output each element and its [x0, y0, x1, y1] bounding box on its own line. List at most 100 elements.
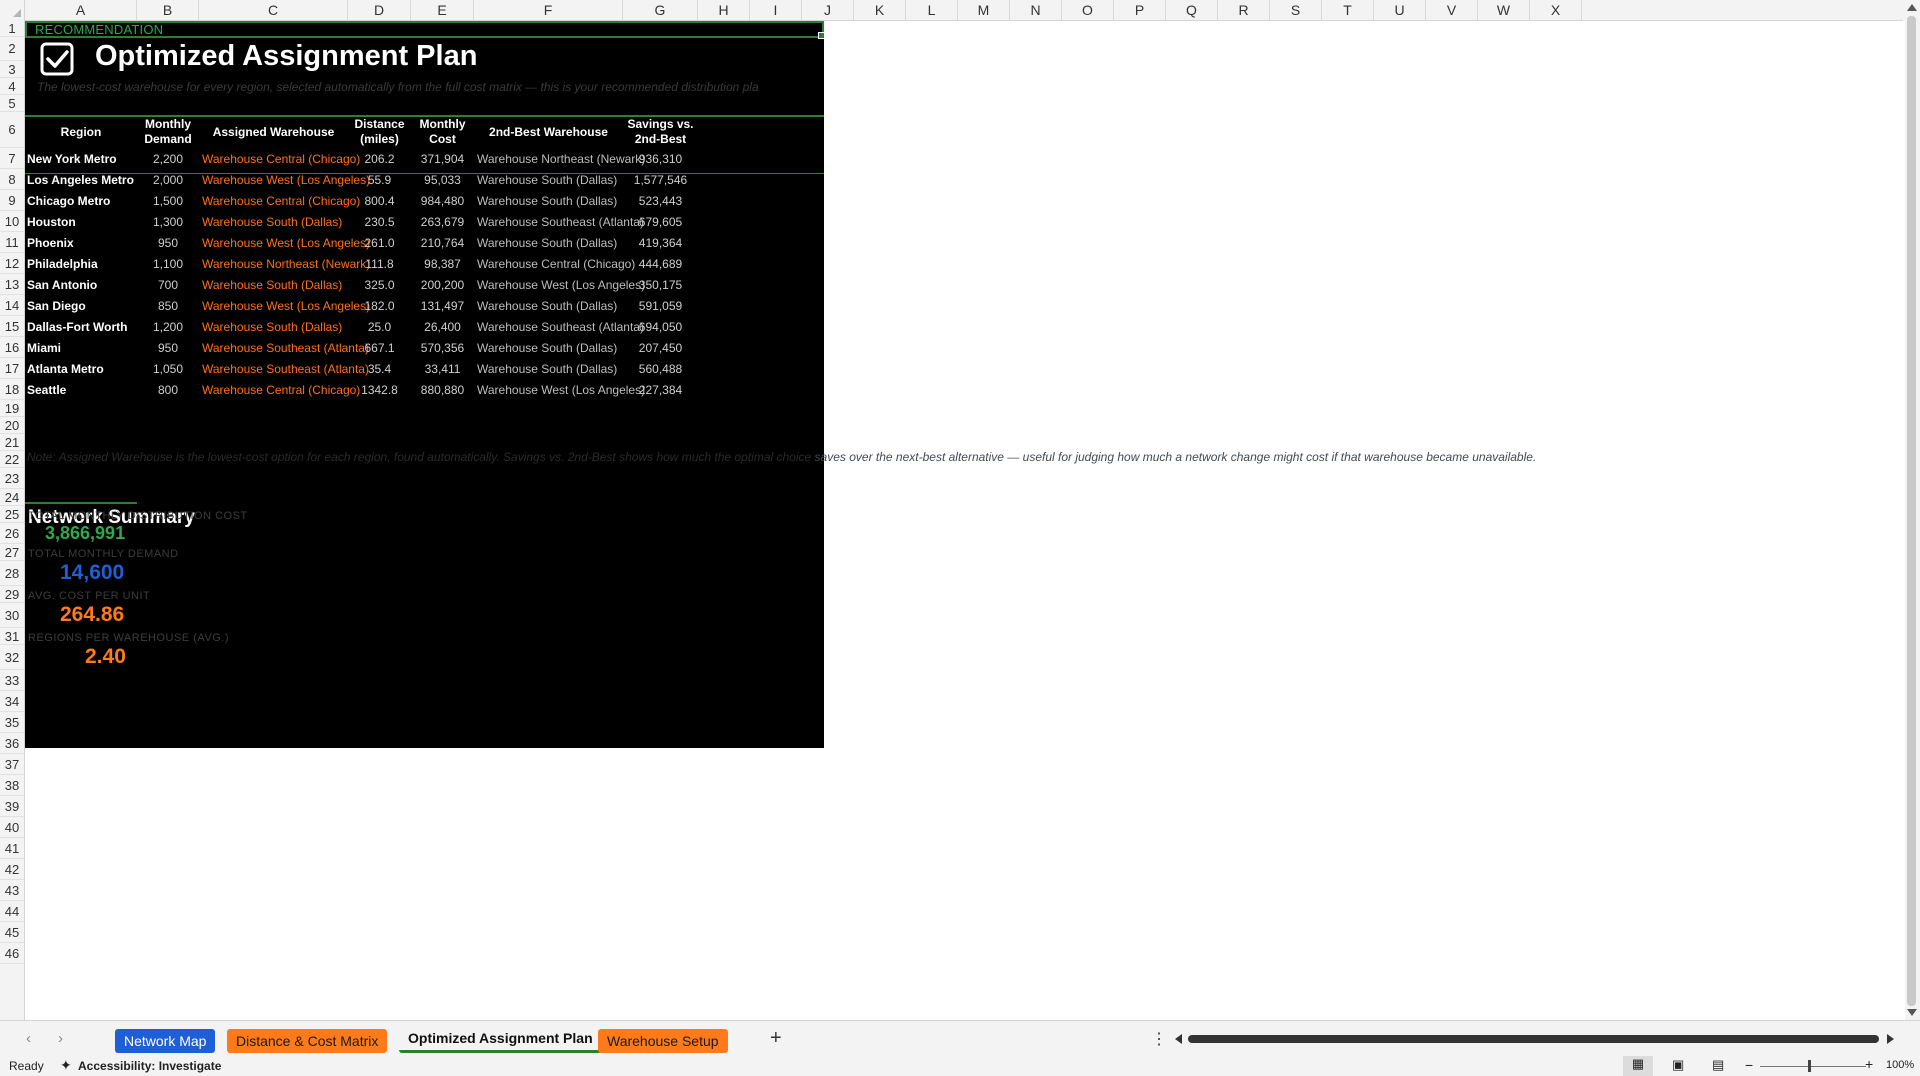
row-header-4[interactable]: 4: [0, 78, 24, 95]
row-header-43[interactable]: 43: [0, 880, 24, 901]
row-header-34[interactable]: 34: [0, 691, 24, 712]
fill-handle[interactable]: [818, 32, 825, 39]
row-header-35[interactable]: 35: [0, 712, 24, 733]
row-header-33[interactable]: 33: [0, 670, 24, 691]
column-header-t[interactable]: T: [1322, 0, 1374, 20]
column-header-w[interactable]: W: [1478, 0, 1530, 20]
row-header-22[interactable]: 22: [0, 451, 24, 468]
row-header-36[interactable]: 36: [0, 733, 24, 754]
row-header-3[interactable]: 3: [0, 61, 24, 78]
row-header-12[interactable]: 12: [0, 253, 24, 274]
row-header-15[interactable]: 15: [0, 316, 24, 337]
table-cell-region: San Diego: [27, 299, 86, 313]
row-header-13[interactable]: 13: [0, 274, 24, 295]
zoom-out-icon[interactable]: −: [1745, 1057, 1753, 1073]
row-header-40[interactable]: 40: [0, 817, 24, 838]
row-header-26[interactable]: 26: [0, 523, 24, 544]
row-header-30[interactable]: 30: [0, 603, 24, 628]
add-sheet-icon[interactable]: +: [770, 1027, 782, 1050]
row-header-7[interactable]: 7: [0, 148, 24, 169]
row-header-39[interactable]: 39: [0, 796, 24, 817]
row-header-2[interactable]: 2: [0, 37, 24, 61]
column-header-r[interactable]: R: [1218, 0, 1270, 20]
tab-distance-cost-matrix[interactable]: Distance & Cost Matrix: [227, 1029, 388, 1053]
horizontal-scrollbar[interactable]: [1172, 1033, 1897, 1045]
column-header-q[interactable]: Q: [1166, 0, 1218, 20]
row-header-44[interactable]: 44: [0, 901, 24, 922]
row-header-29[interactable]: 29: [0, 586, 24, 603]
row-header-11[interactable]: 11: [0, 232, 24, 253]
zoom-in-icon[interactable]: +: [1865, 1056, 1873, 1072]
column-header-a[interactable]: A: [25, 0, 137, 20]
column-header-f[interactable]: F: [474, 0, 623, 20]
row-header-10[interactable]: 10: [0, 211, 24, 232]
row-header-6[interactable]: 6: [0, 112, 24, 148]
row-header-5[interactable]: 5: [0, 95, 24, 112]
column-header-e[interactable]: E: [411, 0, 474, 20]
row-header-20[interactable]: 20: [0, 417, 24, 434]
scroll-right-icon[interactable]: [1887, 1034, 1894, 1044]
row-header-45[interactable]: 45: [0, 922, 24, 943]
scroll-left-icon[interactable]: [1175, 1034, 1182, 1044]
tab-optimized-assignment-plan[interactable]: Optimized Assignment Plan: [399, 1027, 602, 1053]
scroll-thumb[interactable]: [1907, 16, 1916, 1006]
page-break-view-icon[interactable]: ▤: [1712, 1057, 1724, 1073]
column-header-u[interactable]: U: [1374, 0, 1426, 20]
row-header-17[interactable]: 17: [0, 358, 24, 379]
row-header-25[interactable]: 25: [0, 506, 24, 523]
next-sheet-icon[interactable]: ›: [58, 1030, 63, 1047]
column-header-x[interactable]: X: [1530, 0, 1582, 20]
column-header-s[interactable]: S: [1270, 0, 1322, 20]
column-header-n[interactable]: N: [1010, 0, 1062, 20]
table-cell-savings: 694,050: [638, 320, 683, 334]
row-header-31[interactable]: 31: [0, 628, 24, 645]
column-header-b[interactable]: B: [137, 0, 199, 20]
scroll-up-icon[interactable]: [1907, 4, 1917, 11]
zoom-slider-thumb[interactable]: [1808, 1060, 1811, 1072]
row-header-27[interactable]: 27: [0, 544, 24, 561]
column-header-p[interactable]: P: [1114, 0, 1166, 20]
row-header-28[interactable]: 28: [0, 561, 24, 586]
tab-warehouse-setup[interactable]: Warehouse Setup: [598, 1029, 728, 1053]
column-header-l[interactable]: L: [906, 0, 958, 20]
zoom-slider[interactable]: [1760, 1066, 1866, 1067]
more-options-icon[interactable]: ⋮: [1151, 1029, 1167, 1049]
column-header-k[interactable]: K: [854, 0, 906, 20]
row-header-37[interactable]: 37: [0, 754, 24, 775]
column-header-i[interactable]: I: [750, 0, 802, 20]
scroll-down-icon[interactable]: [1907, 1009, 1917, 1016]
tab-network-map[interactable]: Network Map: [115, 1029, 216, 1053]
column-header-j[interactable]: J: [802, 0, 854, 20]
row-header-14[interactable]: 14: [0, 295, 24, 316]
zoom-level[interactable]: 100%: [1886, 1059, 1914, 1071]
row-header-24[interactable]: 24: [0, 489, 24, 506]
row-header-18[interactable]: 18: [0, 379, 24, 400]
worksheet-grid[interactable]: RECOMMENDATION Optimized Assignment Plan…: [25, 21, 1905, 1020]
column-header-c[interactable]: C: [199, 0, 348, 20]
column-header-v[interactable]: V: [1426, 0, 1478, 20]
vertical-scrollbar[interactable]: [1903, 0, 1920, 1020]
row-header-41[interactable]: 41: [0, 838, 24, 859]
prev-sheet-icon[interactable]: ‹: [26, 1030, 31, 1047]
column-header-o[interactable]: O: [1062, 0, 1114, 20]
row-header-1[interactable]: 1: [0, 20, 24, 37]
column-header-g[interactable]: G: [623, 0, 698, 20]
column-header-m[interactable]: M: [958, 0, 1010, 20]
row-header-46[interactable]: 46: [0, 943, 24, 964]
row-header-9[interactable]: 9: [0, 190, 24, 211]
column-header-h[interactable]: H: [698, 0, 750, 20]
row-header-16[interactable]: 16: [0, 337, 24, 358]
accessibility-status[interactable]: Accessibility: Investigate: [78, 1059, 221, 1073]
page-layout-view-icon[interactable]: ▣: [1672, 1057, 1684, 1073]
row-header-23[interactable]: 23: [0, 468, 24, 489]
row-header-38[interactable]: 38: [0, 775, 24, 796]
horizontal-scroll-thumb[interactable]: [1188, 1035, 1879, 1043]
row-header-32[interactable]: 32: [0, 645, 24, 670]
column-header-d[interactable]: D: [348, 0, 411, 20]
row-header-21[interactable]: 21: [0, 434, 24, 451]
normal-view-icon[interactable]: ▦: [1623, 1056, 1653, 1076]
row-header-42[interactable]: 42: [0, 859, 24, 880]
row-header-8[interactable]: 8: [0, 169, 24, 190]
select-all-corner[interactable]: [0, 0, 25, 20]
row-header-19[interactable]: 19: [0, 400, 24, 417]
